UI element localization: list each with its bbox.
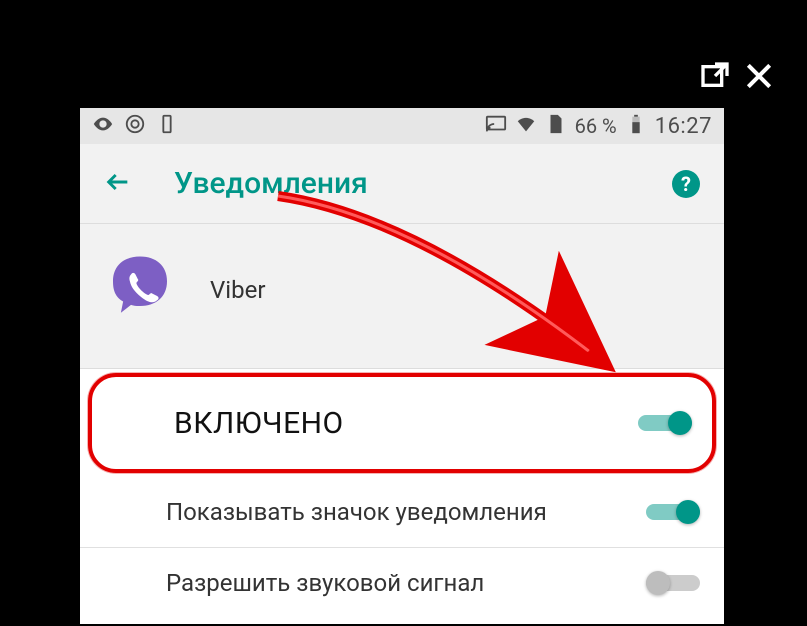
- sync-icon: [124, 113, 146, 140]
- status-time: 16:27: [655, 114, 712, 139]
- app-name-label: Viber: [210, 276, 265, 304]
- setting-row-sound[interactable]: Разрешить звуковой сигнал: [80, 547, 724, 617]
- setting-row-enabled[interactable]: ВКЛЮЧЕНО: [88, 375, 716, 471]
- page-title: Уведомления: [174, 166, 368, 201]
- phone-status-icon: [156, 113, 178, 140]
- toggle-enabled[interactable]: [638, 409, 692, 437]
- toggle-badge[interactable]: [646, 498, 700, 526]
- eye-icon: [92, 113, 114, 140]
- battery-icon: [625, 113, 647, 140]
- open-external-icon[interactable]: [699, 60, 731, 96]
- battery-percent: 66 %: [575, 114, 617, 138]
- setting-label-badge: Показывать значок уведомления: [104, 498, 646, 526]
- close-icon[interactable]: [743, 60, 775, 96]
- back-arrow-icon[interactable]: [104, 168, 132, 200]
- sim-icon: [545, 113, 567, 140]
- toggle-sound[interactable]: [646, 569, 700, 597]
- device-screen: 66 % 16:27 Уведомления ? Viber ВКЛЮЧЕНО: [78, 106, 726, 626]
- setting-label-sound: Разрешить звуковой сигнал: [104, 569, 646, 597]
- status-bar: 66 % 16:27: [80, 108, 724, 144]
- app-info-row: Viber: [80, 224, 724, 369]
- setting-label-enabled: ВКЛЮЧЕНО: [112, 406, 638, 441]
- app-bar: Уведомления ?: [80, 144, 724, 224]
- help-icon[interactable]: ?: [672, 170, 700, 198]
- setting-row-badge[interactable]: Показывать значок уведомления: [80, 477, 724, 547]
- wifi-icon: [515, 113, 537, 140]
- viber-app-icon: [104, 252, 176, 328]
- cast-icon: [485, 113, 507, 140]
